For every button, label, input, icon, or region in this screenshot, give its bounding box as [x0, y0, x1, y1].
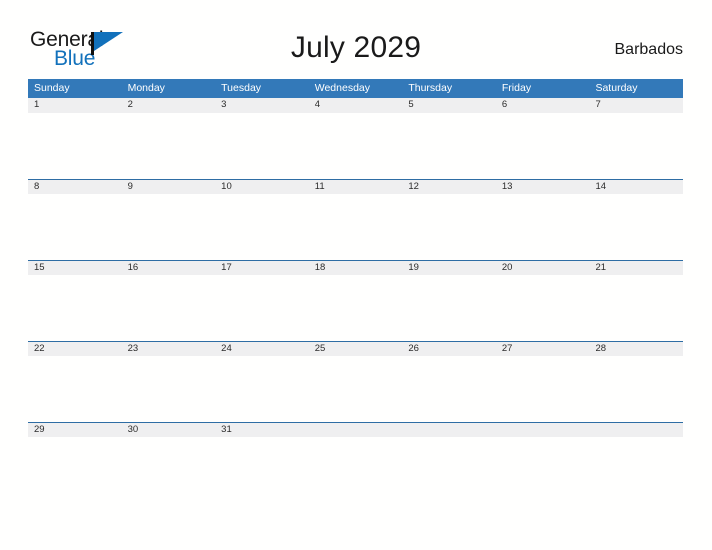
- day-number-cell[interactable]: 14: [589, 180, 683, 194]
- week-event-area: [28, 437, 683, 503]
- week-event-area: [28, 275, 683, 341]
- day-number-cell[interactable]: 3: [215, 98, 309, 112]
- day-number-cell[interactable]: 21: [589, 261, 683, 275]
- weekday-header-row: Sunday Monday Tuesday Wednesday Thursday…: [28, 79, 683, 98]
- day-event-cell[interactable]: [28, 113, 122, 179]
- day-number-cell[interactable]: 30: [122, 423, 216, 437]
- day-number-cell[interactable]: 28: [589, 342, 683, 356]
- weekday-header-monday: Monday: [127, 82, 165, 94]
- day-number-cell[interactable]: 1: [28, 98, 122, 112]
- day-number-cell[interactable]: 12: [402, 180, 496, 194]
- week-row: 29 30 31: [28, 422, 683, 503]
- day-number-cell[interactable]: 9: [122, 180, 216, 194]
- day-event-cell[interactable]: [215, 275, 309, 341]
- day-event-cell[interactable]: [122, 113, 216, 179]
- day-number-cell[interactable]: 27: [496, 342, 590, 356]
- calendar-page: General Blue July 2029 Barbados Sunday M…: [0, 0, 712, 550]
- week-date-band: 29 30 31: [28, 422, 683, 437]
- day-event-cell[interactable]: [309, 113, 403, 179]
- day-event-cell[interactable]: [496, 275, 590, 341]
- day-number-cell[interactable]: 16: [122, 261, 216, 275]
- day-event-cell[interactable]: [215, 356, 309, 422]
- day-number-cell[interactable]: 10: [215, 180, 309, 194]
- day-number-cell[interactable]: 8: [28, 180, 122, 194]
- weekday-header-thursday: Thursday: [408, 82, 453, 94]
- day-event-cell[interactable]: [122, 275, 216, 341]
- day-event-cell[interactable]: [589, 194, 683, 260]
- page-title: July 2029: [290, 31, 422, 64]
- day-number-cell[interactable]: 19: [402, 261, 496, 275]
- day-event-cell[interactable]: [402, 113, 496, 179]
- day-event-cell[interactable]: [496, 356, 590, 422]
- week-row: 8 9 10 11 12 13 14: [28, 179, 683, 260]
- day-number-cell[interactable]: 18: [309, 261, 403, 275]
- day-event-cell[interactable]: [28, 275, 122, 341]
- day-event-cell-empty: [589, 437, 683, 503]
- day-number-cell-empty: [402, 423, 496, 437]
- calendar-grid: Sunday Monday Tuesday Wednesday Thursday…: [28, 79, 683, 503]
- day-number-cell-empty: [496, 423, 590, 437]
- day-event-cell[interactable]: [496, 194, 590, 260]
- day-number-cell[interactable]: 22: [28, 342, 122, 356]
- week-row: 15 16 17 18 19 20 21: [28, 260, 683, 341]
- day-event-cell[interactable]: [309, 275, 403, 341]
- day-number-cell[interactable]: 4: [309, 98, 403, 112]
- day-event-cell[interactable]: [496, 113, 590, 179]
- week-row: 22 23 24 25 26 27 28: [28, 341, 683, 422]
- day-number-cell[interactable]: 15: [28, 261, 122, 275]
- day-event-cell[interactable]: [215, 194, 309, 260]
- weekday-header-tuesday: Tuesday: [221, 82, 262, 94]
- day-event-cell[interactable]: [122, 356, 216, 422]
- day-number-cell[interactable]: 5: [402, 98, 496, 112]
- day-event-cell[interactable]: [309, 194, 403, 260]
- day-number-cell[interactable]: 29: [28, 423, 122, 437]
- week-date-band: 15 16 17 18 19 20 21: [28, 260, 683, 275]
- day-event-cell-empty: [402, 437, 496, 503]
- day-number-cell[interactable]: 26: [402, 342, 496, 356]
- day-event-cell[interactable]: [28, 437, 122, 503]
- day-event-cell[interactable]: [589, 356, 683, 422]
- day-event-cell[interactable]: [215, 437, 309, 503]
- country-label: Barbados: [614, 41, 684, 58]
- day-event-cell[interactable]: [28, 194, 122, 260]
- day-event-cell[interactable]: [122, 194, 216, 260]
- day-number-cell[interactable]: 6: [496, 98, 590, 112]
- weekday-header-sunday: Sunday: [34, 82, 70, 94]
- day-event-cell[interactable]: [402, 194, 496, 260]
- day-event-cell-empty: [309, 437, 403, 503]
- day-event-cell[interactable]: [215, 113, 309, 179]
- day-event-cell[interactable]: [309, 356, 403, 422]
- day-event-cell[interactable]: [122, 437, 216, 503]
- day-number-cell[interactable]: 13: [496, 180, 590, 194]
- week-date-band: 8 9 10 11 12 13 14: [28, 179, 683, 194]
- day-number-cell[interactable]: 24: [215, 342, 309, 356]
- day-number-cell[interactable]: 2: [122, 98, 216, 112]
- week-event-area: [28, 113, 683, 179]
- day-number-cell[interactable]: 20: [496, 261, 590, 275]
- weekday-header-friday: Friday: [501, 82, 532, 94]
- day-number-cell[interactable]: 23: [122, 342, 216, 356]
- day-event-cell[interactable]: [28, 356, 122, 422]
- day-number-cell[interactable]: 25: [309, 342, 403, 356]
- week-date-band: 1 2 3 4 5 6 7: [28, 98, 683, 113]
- day-number-cell[interactable]: 11: [309, 180, 403, 194]
- day-number-cell-empty: [309, 423, 403, 437]
- day-number-cell-empty: [589, 423, 683, 437]
- week-event-area: [28, 356, 683, 422]
- weekday-header-wednesday: Wednesday: [314, 82, 370, 94]
- page-header: General Blue July 2029 Barbados: [0, 0, 712, 79]
- day-event-cell[interactable]: [589, 113, 683, 179]
- week-event-area: [28, 194, 683, 260]
- day-event-cell[interactable]: [402, 356, 496, 422]
- day-number-cell[interactable]: 7: [589, 98, 683, 112]
- day-event-cell[interactable]: [589, 275, 683, 341]
- day-event-cell[interactable]: [402, 275, 496, 341]
- day-number-cell[interactable]: 17: [215, 261, 309, 275]
- week-row: 1 2 3 4 5 6 7: [28, 98, 683, 179]
- weekday-header-saturday: Saturday: [595, 82, 638, 94]
- day-number-cell[interactable]: 31: [215, 423, 309, 437]
- week-date-band: 22 23 24 25 26 27 28: [28, 341, 683, 356]
- day-event-cell-empty: [496, 437, 590, 503]
